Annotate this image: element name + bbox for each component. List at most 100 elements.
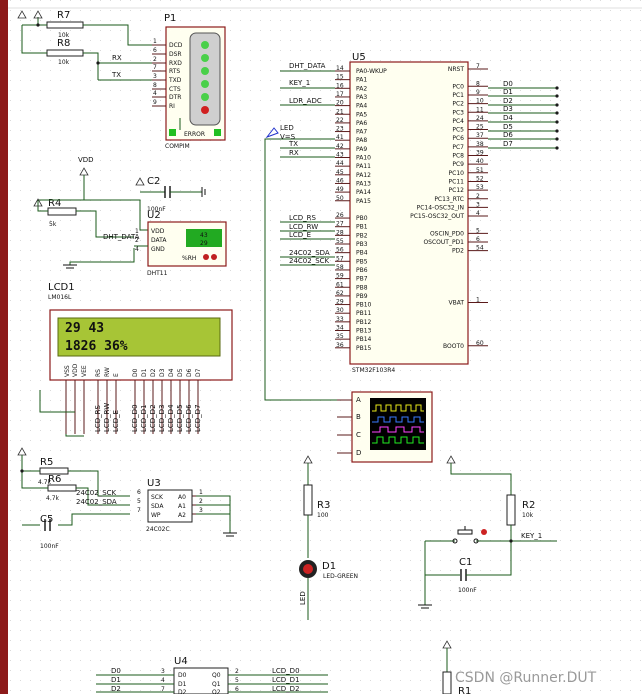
svg-text:VDD: VDD (72, 363, 79, 377)
svg-text:VDD: VDD (151, 228, 165, 235)
svg-text:LED-GREEN: LED-GREEN (323, 573, 358, 580)
svg-text:PB5: PB5 (356, 258, 368, 265)
svg-text:PC10: PC10 (449, 170, 465, 177)
svg-text:20: 20 (336, 100, 344, 107)
svg-text:15: 15 (336, 74, 344, 81)
svg-text:LCD_D0: LCD_D0 (131, 404, 139, 432)
svg-text:PA15: PA15 (356, 198, 371, 205)
svg-text:PB12: PB12 (356, 319, 372, 326)
svg-text:OSCIN_PD0: OSCIN_PD0 (430, 230, 464, 237)
svg-text:PC4: PC4 (452, 118, 464, 125)
svg-text:LED: LED (299, 591, 307, 605)
svg-text:RTS: RTS (169, 68, 180, 75)
svg-text:4: 4 (153, 90, 157, 97)
svg-text:4: 4 (476, 210, 480, 217)
svg-text:D4: D4 (168, 368, 175, 377)
svg-text:PA13: PA13 (356, 180, 371, 187)
svg-text:PA10: PA10 (356, 155, 371, 162)
svg-text:8: 8 (153, 82, 157, 89)
svg-text:D7: D7 (195, 368, 202, 377)
svg-text:100nF: 100nF (458, 587, 477, 594)
svg-text:Q0: Q0 (212, 672, 221, 679)
svg-text:PA2: PA2 (356, 85, 367, 92)
svg-text:3: 3 (476, 201, 480, 208)
lcd-line1: 29 43 (65, 321, 104, 336)
svg-text:1: 1 (476, 297, 480, 304)
svg-text:7: 7 (137, 507, 141, 514)
svg-text:22: 22 (336, 117, 344, 124)
svg-text:6: 6 (476, 236, 480, 243)
svg-text:PA11: PA11 (356, 163, 371, 170)
svg-text:DTR: DTR (169, 94, 181, 101)
svg-text:A2: A2 (178, 512, 186, 519)
svg-text:PC9: PC9 (452, 161, 464, 168)
svg-text:R1: R1 (458, 686, 471, 694)
svg-text:D0: D0 (132, 368, 139, 377)
svg-text:PB3: PB3 (356, 241, 368, 248)
svg-text:U3: U3 (147, 478, 161, 489)
svg-text:10k: 10k (58, 59, 70, 66)
svg-text:9: 9 (153, 99, 157, 106)
svg-text:PB8: PB8 (356, 284, 368, 291)
svg-text:PC6: PC6 (452, 135, 464, 142)
svg-text:PC1: PC1 (452, 92, 464, 99)
svg-text:Q2: Q2 (212, 689, 221, 694)
svg-text:9: 9 (476, 89, 480, 96)
svg-text:62: 62 (336, 290, 344, 297)
svg-text:DCD: DCD (169, 42, 183, 49)
net-label-u5-sda: 24C02_SDA (289, 249, 330, 257)
svg-text:14: 14 (336, 65, 344, 72)
svg-text:B: B (356, 413, 361, 421)
svg-text:D0: D0 (503, 80, 513, 88)
svg-text:D2: D2 (503, 97, 513, 105)
svg-text:PD2: PD2 (452, 248, 464, 255)
svg-text:D5: D5 (177, 368, 184, 377)
svg-text:R3: R3 (317, 500, 330, 511)
svg-text:P1: P1 (164, 13, 176, 24)
svg-text:A: A (356, 396, 361, 404)
svg-text:4: 4 (135, 246, 139, 253)
svg-text:PA3: PA3 (356, 94, 367, 101)
svg-text:4.7k: 4.7k (46, 495, 60, 502)
svg-text:SCK: SCK (151, 494, 164, 501)
svg-text:LCD_RS: LCD_RS (94, 404, 102, 432)
svg-text:53: 53 (476, 184, 484, 191)
svg-text:8: 8 (476, 80, 480, 87)
svg-text:4: 4 (161, 677, 165, 684)
svg-text:16: 16 (336, 82, 344, 89)
lcd-ref: LCD1 (48, 282, 75, 293)
svg-text:PB11: PB11 (356, 310, 372, 317)
svg-text:PC13_RTC: PC13_RTC (434, 196, 464, 203)
svg-text:26: 26 (336, 212, 344, 219)
svg-text:6: 6 (137, 489, 141, 496)
svg-text:7: 7 (476, 63, 480, 70)
svg-text:3: 3 (199, 507, 203, 514)
svg-text:23: 23 (336, 126, 344, 133)
svg-text:VSS: VSS (64, 365, 71, 377)
svg-text:54: 54 (476, 245, 484, 252)
svg-text:PB0: PB0 (356, 215, 368, 222)
svg-text:57: 57 (336, 255, 344, 262)
svg-text:PB7: PB7 (356, 276, 368, 283)
svg-text:PB4: PB4 (356, 250, 368, 257)
svg-text:LCD_D6: LCD_D6 (185, 404, 193, 432)
svg-text:52: 52 (476, 175, 484, 182)
svg-text:D4: D4 (503, 114, 513, 122)
svg-text:1: 1 (199, 489, 203, 496)
svg-text:R7: R7 (57, 10, 70, 21)
svg-text:17: 17 (336, 91, 344, 98)
svg-text:45: 45 (336, 169, 344, 176)
svg-text:%RH: %RH (182, 255, 196, 262)
svg-text:PA5: PA5 (356, 111, 367, 118)
svg-text:51: 51 (476, 167, 484, 174)
lcd-line2: 1826 36% (65, 339, 128, 354)
svg-text:39: 39 (476, 150, 484, 157)
svg-text:6: 6 (153, 47, 157, 54)
svg-text:D2: D2 (111, 685, 121, 693)
svg-text:LCD_D4: LCD_D4 (167, 404, 175, 432)
svg-text:PB15: PB15 (356, 345, 372, 352)
svg-text:LCD_RW: LCD_RW (103, 403, 111, 432)
svg-text:TXD: TXD (168, 77, 182, 84)
net-label-rx: RX (112, 54, 122, 62)
svg-text:5: 5 (137, 498, 141, 505)
